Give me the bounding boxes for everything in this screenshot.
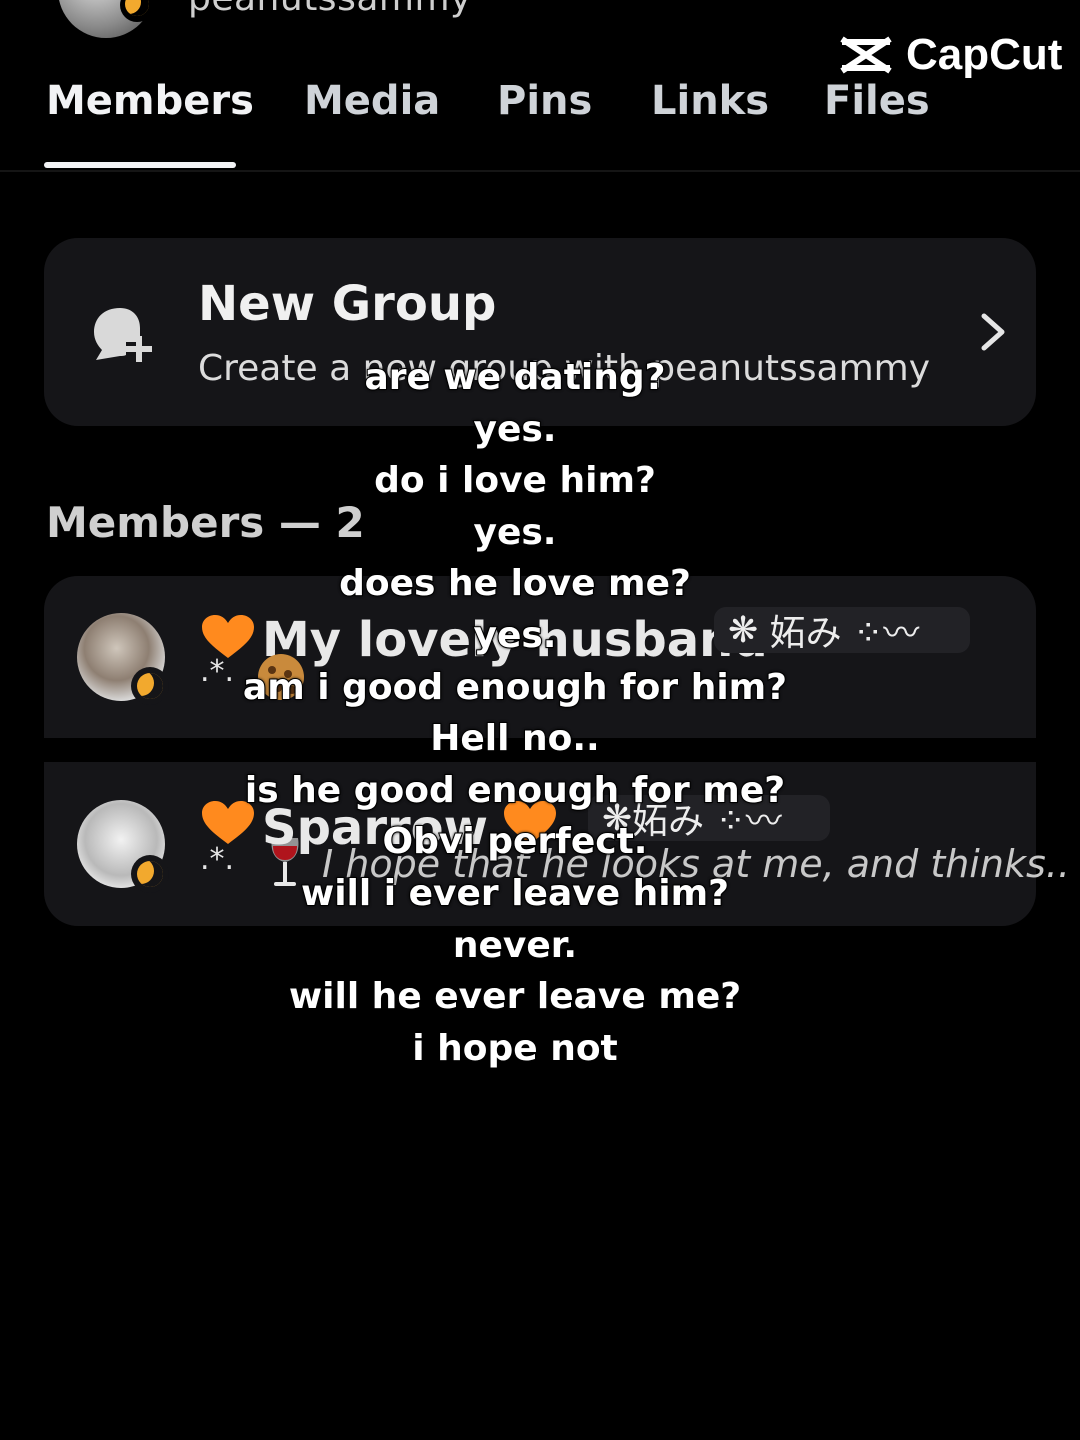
caption-line: is he good enough for me?: [244, 769, 786, 812]
capcut-watermark: CapCut: [838, 30, 1062, 80]
caption-line: Obvi perfect.: [382, 820, 649, 863]
chevron-right-icon: [981, 313, 1005, 351]
caption-line: never.: [452, 924, 578, 967]
capcut-label: CapCut: [906, 30, 1063, 79]
video-caption-overlay: are we dating? yes. do i love him? yes. …: [0, 352, 1030, 1074]
new-group-title: New Group: [198, 276, 497, 332]
tab-files[interactable]: Files: [824, 78, 930, 124]
tab-members[interactable]: Members: [46, 78, 254, 124]
tab-pins[interactable]: Pins: [497, 78, 592, 124]
active-tab-indicator: [44, 162, 236, 168]
capcut-logo-icon: [840, 36, 892, 74]
tab-links[interactable]: Links: [651, 78, 769, 124]
caption-line: do i love him?: [373, 459, 657, 502]
tab-media[interactable]: Media: [304, 78, 440, 124]
caption-line: Hell no..: [429, 717, 600, 760]
header-username: peanutssammy: [188, 0, 472, 19]
caption-line: i hope not: [411, 1027, 619, 1070]
caption-line: yes.: [473, 408, 558, 451]
caption-line: are we dating?: [363, 356, 666, 399]
tab-divider: [0, 170, 1080, 172]
caption-line: will i ever leave him?: [300, 872, 730, 915]
caption-line: yes.: [473, 511, 558, 554]
caption-line: am i good enough for him?: [242, 666, 788, 709]
caption-line: does he love me?: [338, 562, 692, 605]
caption-line: will he ever leave me?: [288, 975, 742, 1018]
caption-line: yes.: [473, 614, 558, 657]
